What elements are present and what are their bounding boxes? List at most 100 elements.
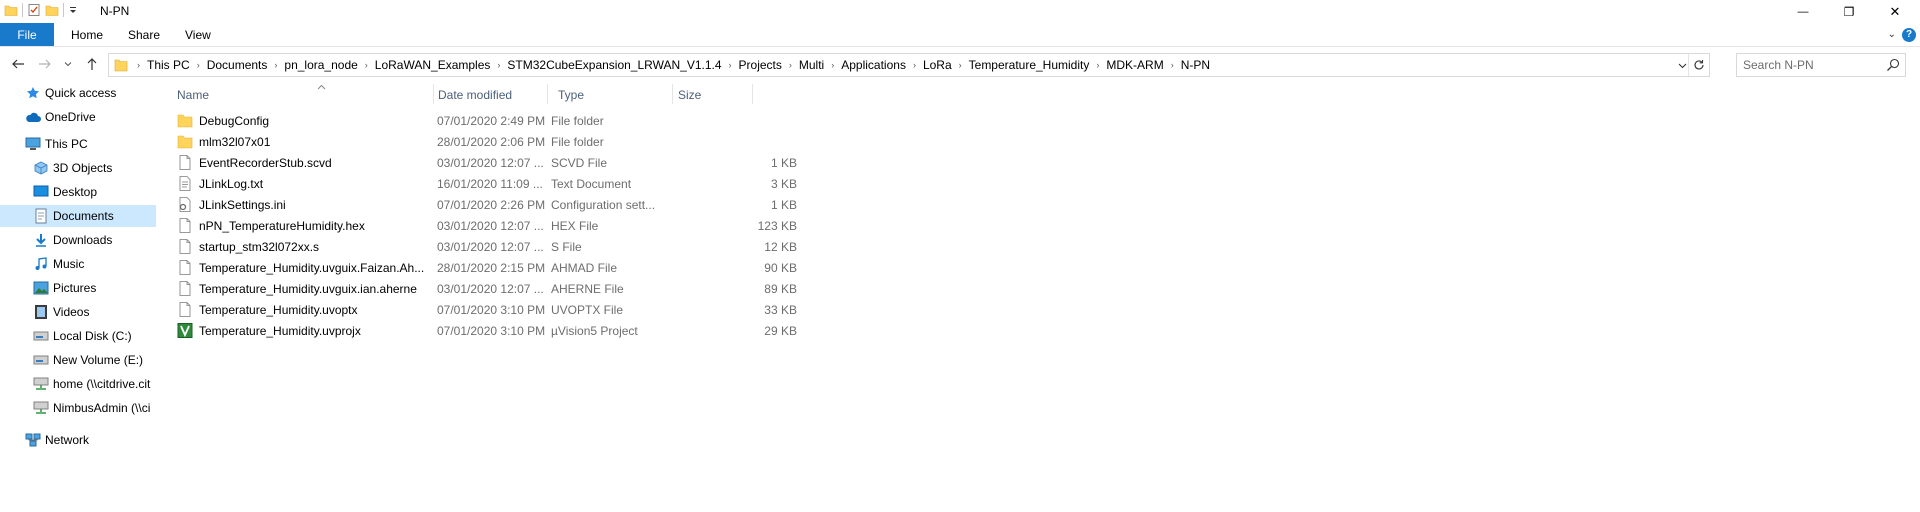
breadcrumb-item[interactable]: Documents [204,58,271,72]
column-divider[interactable] [752,84,753,104]
breadcrumb-separator-icon[interactable]: › [193,60,204,70]
file-type: µVision5 Project [551,323,638,338]
file-row[interactable]: EventRecorderStub.scvd 03/01/2020 12:07 .… [175,152,907,173]
column-divider[interactable] [672,84,673,104]
sidebar-item-downloads[interactable]: Downloads [0,229,156,251]
file-row[interactable]: nPN_TemperatureHumidity.hex 03/01/2020 12… [175,215,907,236]
address-bar[interactable]: › This PC › Documents › pn_lora_node › LoRaWAN_… [108,53,1710,77]
sidebar-item-music[interactable]: Music [0,253,156,275]
file-row[interactable]: Temperature_Humidity.uvguix.Faizan.Ah...… [175,257,907,278]
back-button[interactable] [9,55,27,73]
breadcrumb-separator-icon[interactable]: › [785,60,796,70]
minimize-button[interactable]: — [1780,0,1826,23]
breadcrumb-separator-icon[interactable]: › [361,60,372,70]
properties-icon[interactable] [27,3,41,17]
file-row[interactable]: DebugConfig 07/01/2020 2:49 PM File folder [175,110,907,131]
column-header-date-label: Date modified [438,87,513,102]
breadcrumb-separator-icon[interactable]: › [725,60,736,70]
sidebar-item-label: Music [53,257,85,271]
column-divider[interactable] [433,84,434,104]
sidebar-item-label: NimbusAdmin (\\ci [53,401,151,415]
file-row[interactable]: Temperature_Humidity.uvprojx 07/01/2020 3… [175,320,907,341]
column-header-date[interactable]: Date modified [438,82,548,107]
file-date-modified: 28/01/2020 2:06 PM [437,134,546,149]
file-row[interactable]: Temperature_Humidity.uvguix.ian.aherne 03… [175,278,907,299]
file-row[interactable]: JLinkLog.txt 16/01/2020 11:09 ... Text Doc… [175,173,907,194]
search-box[interactable] [1736,53,1906,77]
sidebar-item-videos[interactable]: Videos [0,301,156,323]
breadcrumb-separator-icon[interactable]: › [955,60,966,70]
breadcrumb-separator-icon[interactable]: › [270,60,281,70]
breadcrumb-item[interactable]: pn_lora_node [281,58,360,72]
refresh-button[interactable] [1688,54,1709,76]
title-bar: N-PN — ❐ ✕ [0,0,1920,23]
breadcrumb-separator-icon[interactable]: › [827,60,838,70]
sidebar-item-home-citdrive-cit[interactable]: home (\\citdrive.cit [0,373,156,395]
search-input[interactable] [1743,57,1879,72]
file-row[interactable]: mlm32l07x01 28/01/2020 2:06 PM File folder [175,131,907,152]
file-icon [177,302,193,317]
documents-icon [33,208,49,224]
tab-home[interactable]: Home [71,23,103,46]
expand-ribbon-icon[interactable]: ⌄ [1888,29,1896,40]
chevron-down-icon [1678,63,1686,68]
breadcrumb-item[interactable]: Projects [736,58,785,72]
sidebar-item-quick-access[interactable]: Quick access [0,82,156,104]
file-row[interactable]: JLinkSettings.ini 07/01/2020 2:26 PM Confi… [175,194,907,215]
file-date-modified: 28/01/2020 2:15 PM [437,260,546,275]
tab-file[interactable]: File [0,23,54,46]
file-size: 12 KB [764,239,797,254]
network-drive-icon [33,400,49,416]
address-history-button[interactable] [1675,57,1689,73]
sidebar-item-desktop[interactable]: Desktop [0,181,156,203]
column-header-type[interactable]: Type [558,82,668,107]
file-name: mlm32l07x01 [199,134,271,149]
help-icon[interactable]: ? [1902,27,1916,42]
sidebar-item-new-volume-e[interactable]: New Volume (E:) [0,349,156,371]
file-row[interactable]: startup_stm32l072xx.s 03/01/2020 12:07 ..… [175,236,907,257]
sidebar-item-pictures[interactable]: Pictures [0,277,156,299]
column-header-name[interactable]: Name [177,82,391,107]
breadcrumb-item[interactable]: Temperature_Humidity [966,58,1093,72]
tab-view[interactable]: View [185,23,211,46]
breadcrumb-item[interactable]: STM32CubeExpansion_LRWAN_V1.1.4 [504,58,724,72]
breadcrumb-item[interactable]: LoRa [920,58,955,72]
breadcrumb-separator-icon[interactable]: › [909,60,920,70]
close-button[interactable]: ✕ [1872,0,1918,23]
breadcrumb-item[interactable]: This PC [144,58,193,72]
breadcrumb-item[interactable]: Multi [796,58,827,72]
breadcrumb-item[interactable]: MDK-ARM [1103,58,1166,72]
tab-share[interactable]: Share [128,23,160,46]
customize-toolbar-icon[interactable] [68,3,78,17]
sidebar-item-label: Desktop [53,185,98,199]
breadcrumb-separator-icon[interactable]: › [1092,60,1103,70]
up-button[interactable] [83,55,101,73]
recent-locations-button[interactable] [62,55,74,73]
file-name: Temperature_Humidity.uvguix.ian.aherne [199,281,417,296]
sidebar-item-documents[interactable]: Documents [0,205,156,227]
maximize-button[interactable]: ❐ [1826,0,1872,23]
breadcrumb-separator-icon[interactable]: › [1167,60,1178,70]
file-row[interactable]: Temperature_Humidity.uvoptx 07/01/2020 3:… [175,299,907,320]
folder-icon [114,59,128,72]
sidebar-item-local-disk-c[interactable]: Local Disk (C:) [0,325,156,347]
breadcrumb-separator-icon[interactable]: › [133,60,144,70]
sidebar-item-onedrive[interactable]: OneDrive [0,106,156,128]
file-name: EventRecorderStub.scvd [199,155,332,170]
search-icon[interactable] [1885,57,1901,73]
sidebar-item-network[interactable]: Network [0,429,156,451]
column-header-size[interactable]: Size [678,82,758,107]
column-divider[interactable] [547,84,548,104]
breadcrumb-item[interactable]: LoRaWAN_Examples [372,58,494,72]
sidebar-item-this-pc[interactable]: This PC [0,133,156,155]
forward-button[interactable] [36,55,54,73]
videos-icon [33,304,49,320]
maximize-icon: ❐ [1843,4,1855,19]
new-folder-icon[interactable] [45,3,59,17]
sidebar-item-nimbusadmin-ci[interactable]: NimbusAdmin (\\ci [0,397,156,419]
breadcrumb-item[interactable]: N-PN [1178,58,1213,72]
sidebar-item-3d-objects[interactable]: 3D Objects [0,157,156,179]
sidebar-item-label: New Volume (E:) [53,353,144,367]
breadcrumb-item[interactable]: Applications [838,58,909,72]
breadcrumb-separator-icon[interactable]: › [493,60,504,70]
